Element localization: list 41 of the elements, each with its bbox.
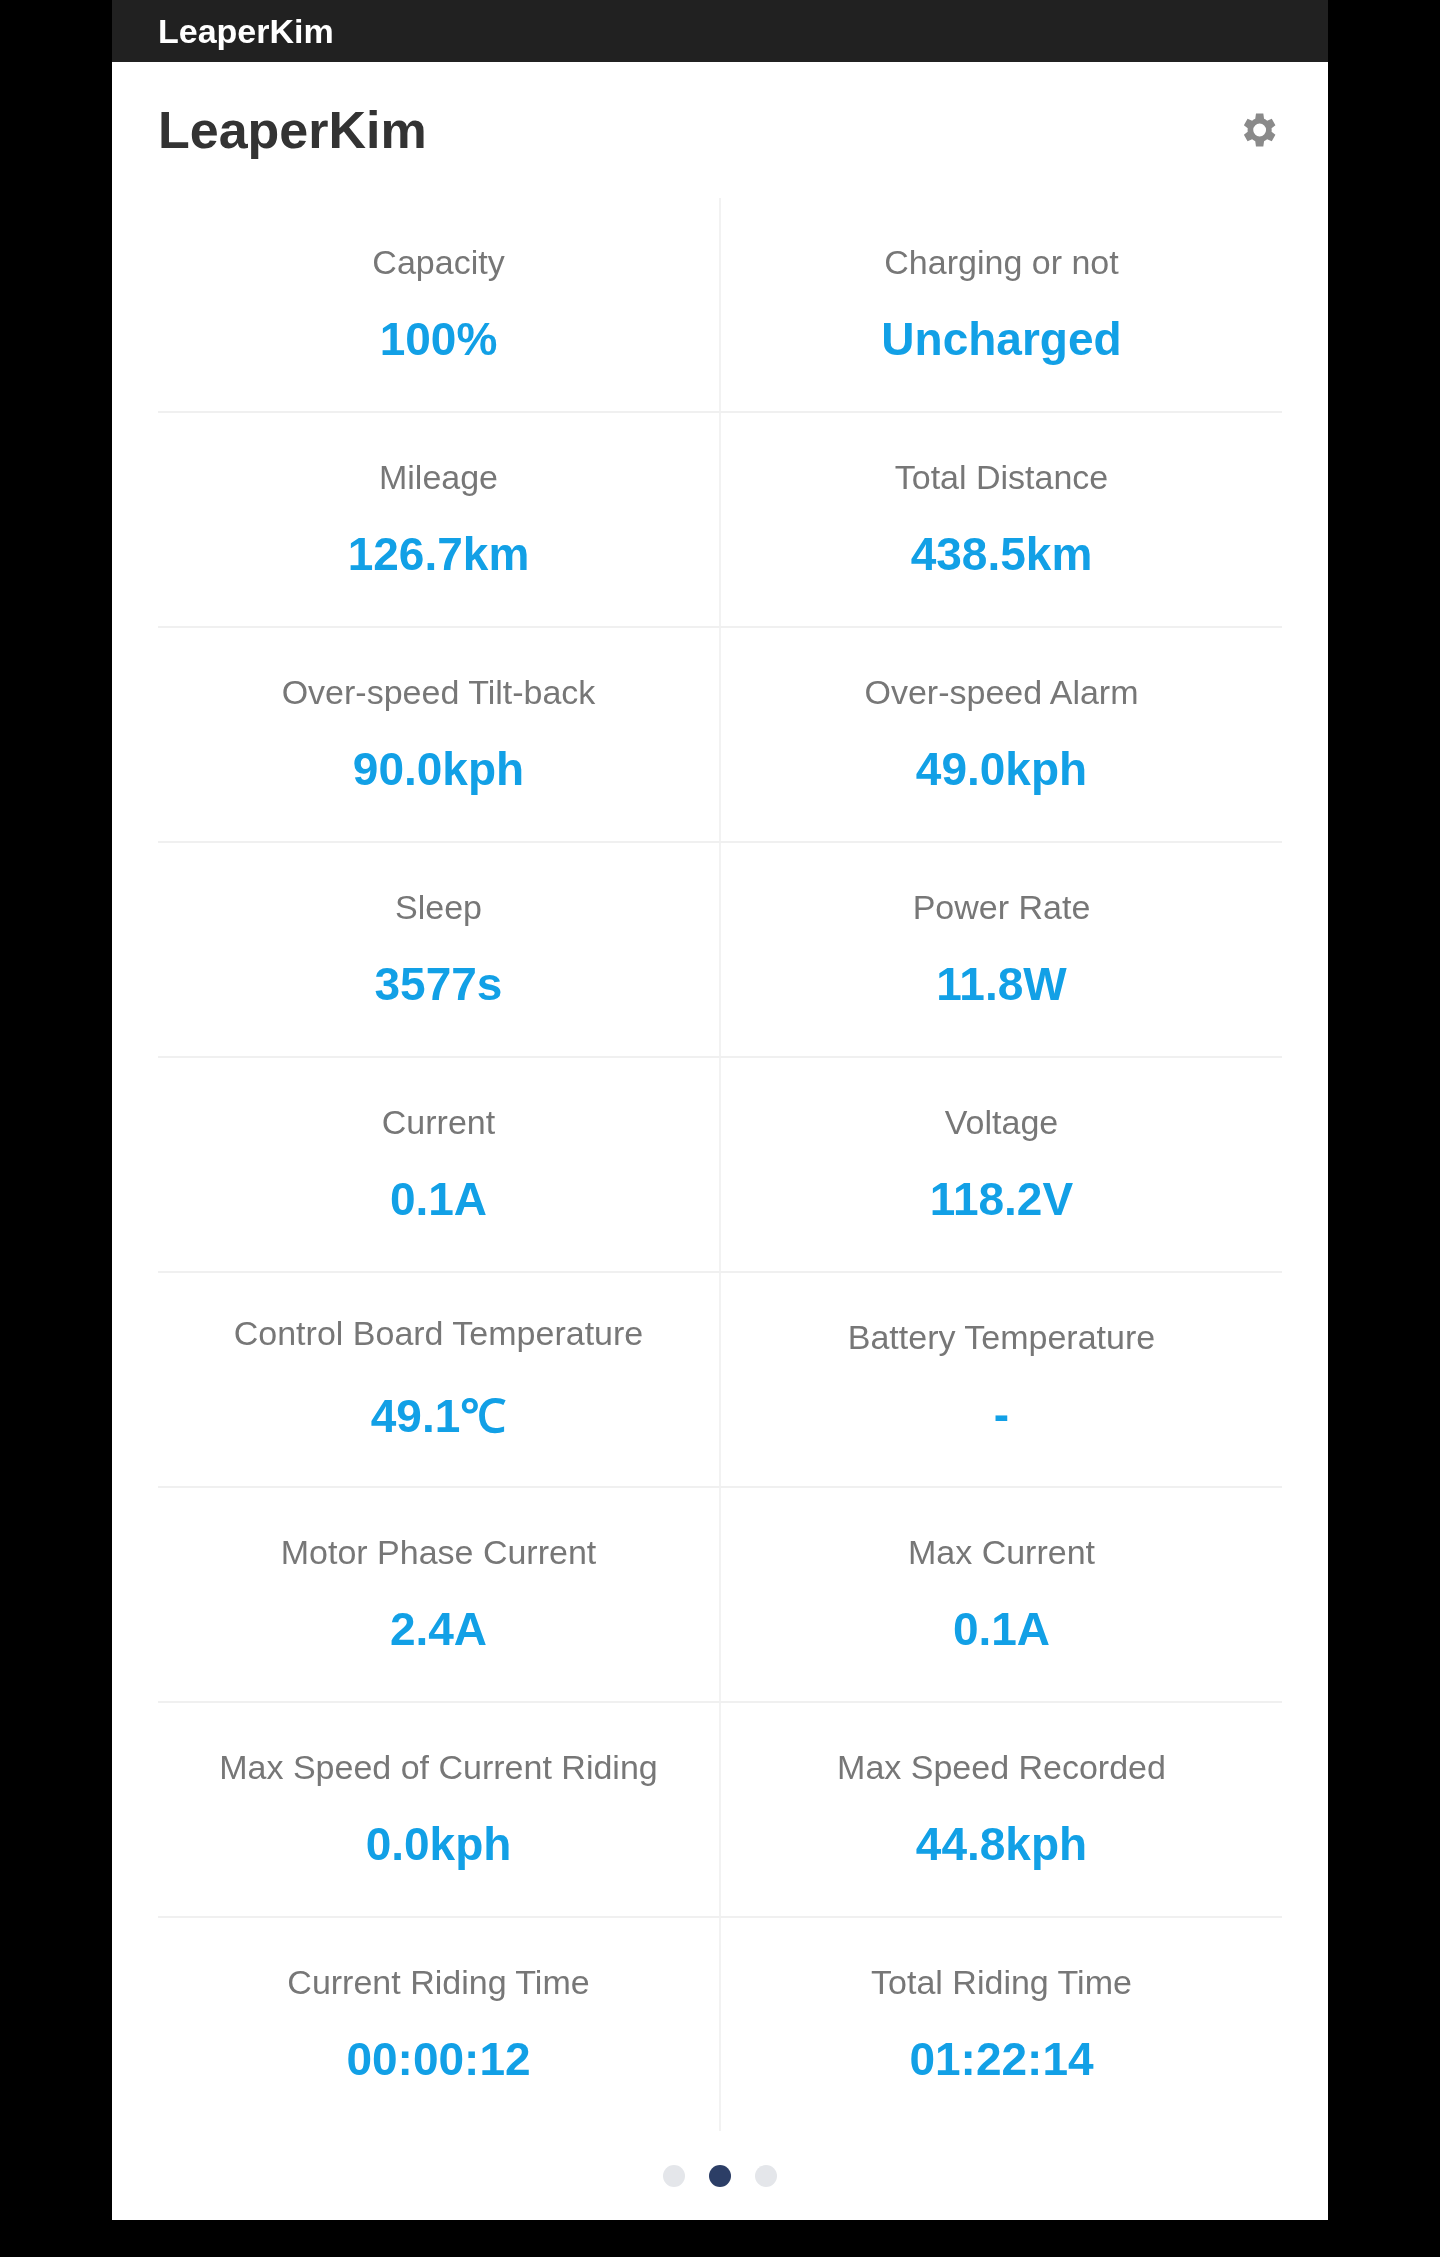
stat-value: 44.8kph [915,1817,1088,1871]
stat-label: Total Distance [894,458,1109,497]
page-dot[interactable] [663,2165,685,2187]
stat-value: 0.1A [952,1602,1051,1656]
stat-value: 11.8W [936,957,1067,1011]
stat-label: Voltage [944,1103,1059,1142]
stat-label: Over-speed Tilt-back [281,673,596,712]
stat-label: Max Speed of Current Riding [219,1748,658,1787]
stat-label: Motor Phase Current [280,1533,597,1572]
stat-value: 00:00:12 [346,2032,531,2086]
stat-value: 49.1℃ [370,1389,507,1444]
stat-label: Current Riding Time [287,1963,590,2002]
stat-label: Sleep [395,888,482,927]
stat-value: 126.7km [347,527,530,581]
stat-value: 0.0kph [365,1817,512,1871]
stat-value: 90.0kph [352,742,525,796]
stat-label: Current [381,1103,496,1142]
stat-label: Capacity [372,243,505,282]
stat-value: 01:22:14 [909,2032,1094,2086]
stat-value: 118.2V [929,1172,1074,1226]
stat-label: Max Speed Recorded [837,1748,1166,1787]
card-title: LeaperKim [158,100,427,160]
stat-label: Max Current [907,1533,1096,1572]
page-dot[interactable] [709,2165,731,2187]
stat-value: 100% [379,312,498,366]
app-title: LeaperKim [158,11,334,51]
stat-label: Total Riding Time [871,1963,1132,2002]
stat-label: Battery Temperature [847,1318,1156,1357]
stat-label: Over-speed Alarm [864,673,1139,712]
stat-value: 0.1A [389,1172,488,1226]
stat-value: 3577s [374,957,503,1011]
stat-value: 438.5km [910,527,1093,581]
page-dot[interactable] [755,2165,777,2187]
stat-value: - [993,1387,1010,1441]
stat-label: Power Rate [912,888,1091,927]
stat-value: 49.0kph [915,742,1088,796]
stat-label: Mileage [378,458,499,497]
stat-value: 2.4A [389,1602,488,1656]
stat-value: Uncharged [881,312,1122,366]
stat-label: Control Board Temperature [233,1314,644,1353]
stat-label: Charging or not [884,243,1119,282]
